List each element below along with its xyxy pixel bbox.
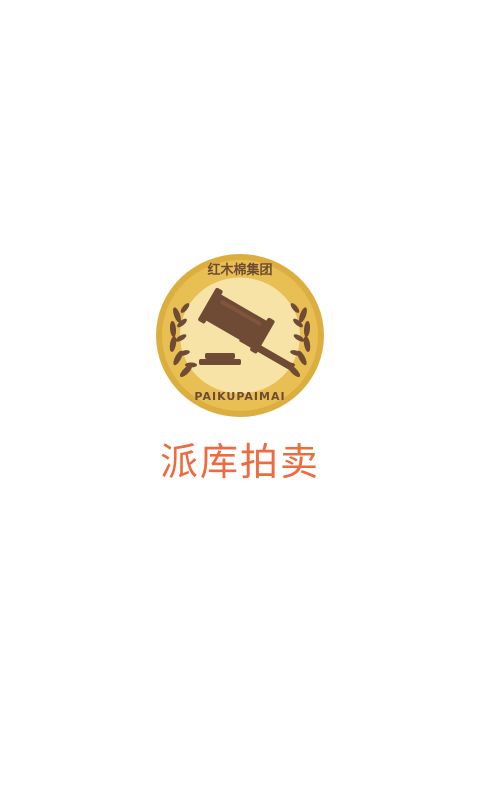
app-logo: 红木棉集团 PAIKUPAIMAI: [155, 253, 325, 418]
app-name: 派库拍卖: [159, 440, 320, 484]
splash-screen: 红木棉集团 PAIKUPAIMAI 派库拍卖: [0, 0, 480, 800]
gavel-seal-icon: 红木棉集团 PAIKUPAIMAI: [156, 254, 324, 417]
logo-top-text: 红木棉集团: [207, 262, 272, 278]
logo-bottom-text: PAIKUPAIMAI: [194, 390, 285, 403]
